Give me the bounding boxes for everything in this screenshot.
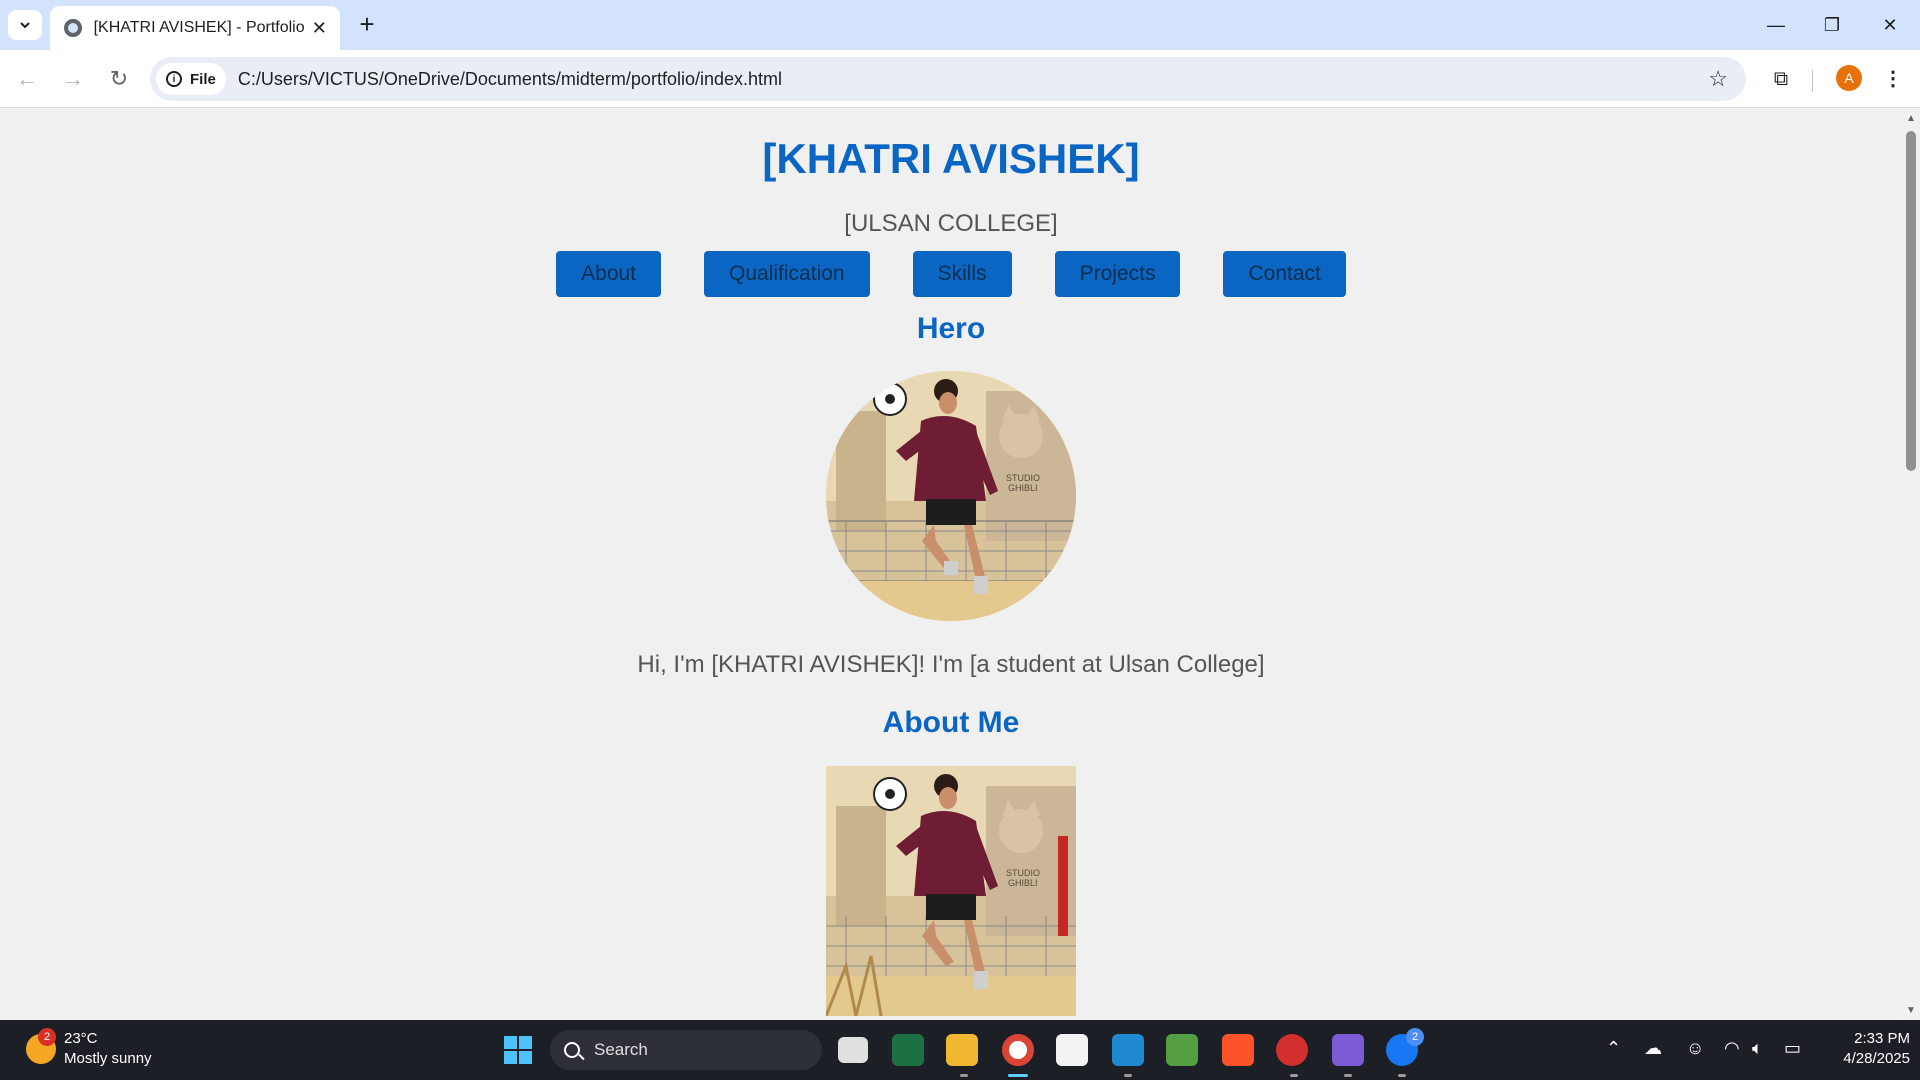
menu-kebab-icon[interactable]: ⋮ (1878, 64, 1908, 94)
tab-strip: [KHATRI AVISHEK] - Portfolio ✕ + — ❐ ✕ (0, 0, 1920, 50)
onedrive-cloud-icon[interactable]: ☁ (1644, 1038, 1662, 1059)
messenger-running-indicator (1398, 1074, 1406, 1077)
forward-button[interactable]: → (58, 64, 88, 94)
close-tab-icon[interactable]: ✕ (305, 18, 334, 39)
url-text[interactable]: C:/Users/VICTUS/OneDrive/Documents/midte… (238, 69, 1708, 90)
vertical-scrollbar[interactable]: ▲ ▼ (1902, 109, 1920, 1020)
start-button[interactable] (504, 1036, 532, 1064)
tab-title: [KHATRI AVISHEK] - Portfolio (93, 19, 305, 36)
about-heading: About Me (882, 706, 1020, 739)
brave-icon[interactable] (1222, 1034, 1254, 1066)
chevron-down-icon (20, 22, 30, 29)
scroll-thumb[interactable] (1906, 131, 1916, 471)
task-view-icon[interactable] (838, 1037, 868, 1063)
active-tab[interactable]: [KHATRI AVISHEK] - Portfolio ✕ (50, 6, 340, 50)
nav-about[interactable]: About (556, 251, 662, 297)
page-title: [KHATRI AVISHEK] (762, 135, 1140, 182)
nav-qualification[interactable]: Qualification (704, 251, 870, 297)
globe-icon (64, 19, 82, 37)
weather-description[interactable]: Mostly sunny (64, 1050, 152, 1067)
volume-icon[interactable]: 🔈︎ (1752, 1038, 1763, 1059)
portrait-illustration: STUDIO GHIBLI (826, 766, 1076, 1016)
weather-badge: 2 (38, 1028, 56, 1046)
scroll-down-arrow-icon[interactable]: ▼ (1905, 1005, 1917, 1016)
back-button[interactable]: ← (12, 64, 42, 94)
minimize-button[interactable]: — (1756, 10, 1796, 40)
ghibli-sign-text: GHIBLI (1008, 878, 1038, 888)
bookmark-star-icon[interactable]: ☆ (1708, 66, 1728, 92)
wifi-icon[interactable]: ◠ (1724, 1038, 1740, 1059)
page-subtitle: [ULSAN COLLEGE] (844, 210, 1058, 237)
weather-temperature[interactable]: 23°C (64, 1030, 98, 1047)
close-window-button[interactable]: ✕ (1870, 10, 1910, 40)
new-tab-button[interactable]: + (352, 10, 382, 40)
explorer-running-indicator (960, 1074, 968, 1077)
tab-search-button[interactable] (8, 10, 42, 40)
scroll-up-arrow-icon[interactable]: ▲ (1905, 113, 1917, 124)
restore-button[interactable]: ❐ (1812, 10, 1852, 40)
extensions-icon[interactable]: ⧉ (1766, 64, 1796, 94)
messenger-badge: 2 (1406, 1028, 1424, 1046)
taskbar-search[interactable]: Search (550, 1030, 822, 1070)
page-viewport: [KHATRI AVISHEK] [ULSAN COLLEGE] About Q… (0, 109, 1902, 1020)
microsoft-store-icon[interactable] (1056, 1034, 1088, 1066)
studio-sign-text: STUDIO (1006, 473, 1040, 483)
emoji-icon[interactable]: ☺ (1686, 1038, 1704, 1059)
nodejs-icon[interactable] (1166, 1034, 1198, 1066)
search-label: Search (594, 1040, 648, 1059)
site-info-label: File (190, 70, 216, 88)
hero-heading: Hero (916, 312, 986, 345)
profile-avatar[interactable]: A (1836, 65, 1862, 91)
nav-skills[interactable]: Skills (912, 251, 1012, 297)
taskbar: 2 23°C Mostly sunny Search 2 ⌃ ☁ ☺ ◠ 🔈︎ … (0, 1020, 1920, 1080)
ghibli-sign-text: GHIBLI (1008, 483, 1038, 493)
wps-office-icon[interactable] (1276, 1034, 1308, 1066)
chevron-up-icon[interactable]: ⌃ (1606, 1038, 1621, 1059)
nav-projects[interactable]: Projects (1054, 251, 1181, 297)
reload-button[interactable]: ↻ (104, 64, 134, 94)
portrait-illustration: STUDIO GHIBLI (826, 371, 1076, 621)
windows-logo-pane (519, 1051, 532, 1064)
excel-icon[interactable] (892, 1034, 924, 1066)
search-icon (564, 1042, 580, 1058)
battery-icon[interactable]: ▭ (1784, 1038, 1801, 1059)
windows-logo-pane (519, 1036, 532, 1049)
address-bar[interactable]: i File C:/Users/VICTUS/OneDrive/Document… (150, 57, 1746, 101)
clock-time[interactable]: 2:33 PM (1830, 1030, 1910, 1047)
windows-logo-pane (504, 1036, 517, 1049)
photos-running-indicator (1344, 1074, 1352, 1077)
main-nav: About Qualification Skills Projects Cont… (0, 251, 1902, 297)
vscode-running-indicator (1124, 1074, 1132, 1077)
file-explorer-icon[interactable] (946, 1034, 978, 1066)
vscode-icon[interactable] (1112, 1034, 1144, 1066)
toolbar-divider (1812, 70, 1813, 92)
photos-icon[interactable] (1332, 1034, 1364, 1066)
intro-text: Hi, I'm [KHATRI AVISHEK]! I'm [a student… (637, 651, 1265, 678)
wps-running-indicator (1290, 1074, 1298, 1077)
browser-toolbar: ← → ↻ i File C:/Users/VICTUS/OneDrive/Do… (0, 50, 1920, 108)
chrome-active-indicator (1008, 1074, 1028, 1077)
windows-logo-pane (504, 1051, 517, 1064)
clock-date[interactable]: 4/28/2025 (1820, 1050, 1910, 1067)
about-image: STUDIO GHIBLI (826, 766, 1076, 1016)
hero-profile-image: STUDIO GHIBLI (826, 371, 1076, 621)
site-info-chip[interactable]: i File (156, 63, 226, 95)
chrome-icon[interactable] (1002, 1034, 1034, 1066)
info-icon: i (166, 71, 182, 87)
nav-contact[interactable]: Contact (1223, 251, 1346, 297)
studio-sign-text: STUDIO (1006, 868, 1040, 878)
